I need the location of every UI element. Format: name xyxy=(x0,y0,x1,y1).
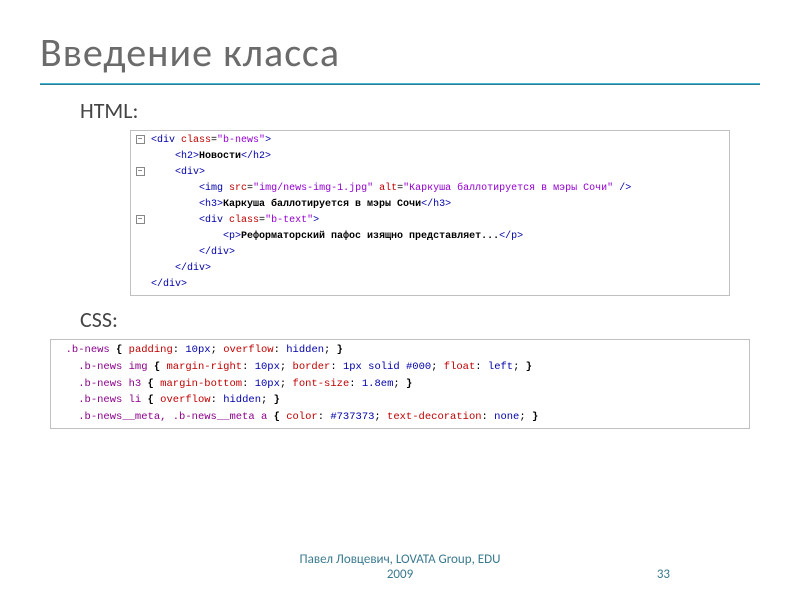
code-line: −<div class="b-news"> xyxy=(133,133,727,149)
html-code-box: −<div class="b-news"> <h2>Новости</h2> −… xyxy=(130,130,730,296)
slide: Введение класса HTML: −<div class="b-new… xyxy=(0,0,800,600)
title-underline xyxy=(40,83,760,85)
code-line: .b-news img { margin-right: 10px; border… xyxy=(53,359,747,376)
footer: Павел Ловцевич, LOVATA Group, EDU 2009 xyxy=(0,552,800,582)
value: "b-news" xyxy=(217,135,265,146)
code-line: </div> xyxy=(133,245,727,261)
code-line: </div> xyxy=(133,261,727,277)
code-line: .b-news h3 { margin-bottom: 10px; font-s… xyxy=(53,376,747,393)
tag: <div xyxy=(151,135,181,146)
slide-title: Введение класса xyxy=(40,28,760,77)
code-line: − <div> xyxy=(133,165,727,181)
section-css-label: CSS: xyxy=(80,306,760,333)
code-line: <h3>Каркуша баллотируется в мэры Сочи</h… xyxy=(133,197,727,213)
section-html-label: HTML: xyxy=(80,97,760,124)
code-line: </div> xyxy=(133,277,727,293)
code-line: <h2>Новости</h2> xyxy=(133,149,727,165)
footer-year: 2009 xyxy=(387,567,413,582)
code-line: .b-news { padding: 10px; overflow: hidde… xyxy=(53,342,747,359)
code-line: .b-news li { overflow: hidden; } xyxy=(53,392,747,409)
code-line: .b-news__meta, .b-news__meta a { color: … xyxy=(53,409,747,426)
code-line: <p>Реформаторский пафос изящно представл… xyxy=(133,229,727,245)
code-line: − <div class="b-text"> xyxy=(133,213,727,229)
footer-author: Павел Ловцевич, LOVATA Group, EDU xyxy=(300,552,501,567)
attr: class xyxy=(181,135,211,146)
fold-icon: − xyxy=(136,167,145,176)
css-code-box: .b-news { padding: 10px; overflow: hidde… xyxy=(50,339,750,429)
fold-icon: − xyxy=(136,135,145,144)
fold-icon: − xyxy=(136,215,145,224)
page-number: 33 xyxy=(657,567,670,582)
code-line: <img src="img/news-img-1.jpg" alt="Карку… xyxy=(133,181,727,197)
